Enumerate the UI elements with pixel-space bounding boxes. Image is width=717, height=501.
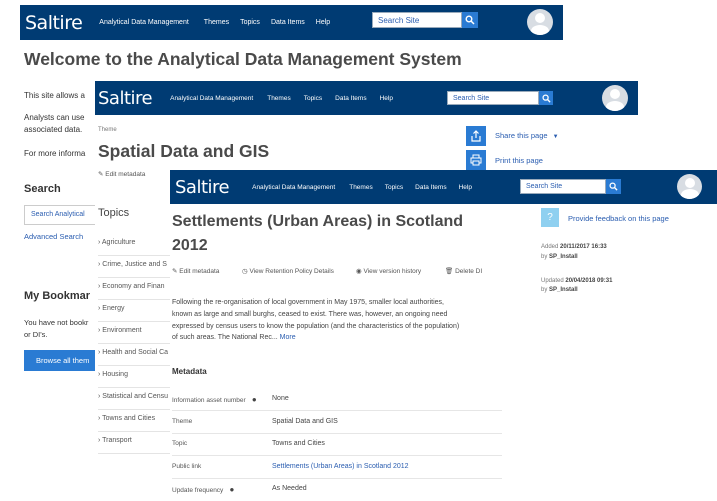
page-title-line2: 2012 (172, 237, 208, 254)
delete-di-label: Delete DI (455, 268, 483, 275)
nav-data-items[interactable]: Data Items (415, 184, 446, 191)
added-by-prefix: by (541, 254, 548, 260)
metadata-row-divider (172, 455, 502, 456)
updated-date: 20/04/2018 09:31 (565, 278, 613, 284)
search-icon (609, 182, 618, 191)
metadata-value-link[interactable]: Settlements (Urban Areas) in Scotland 20… (272, 463, 409, 470)
pencil-icon: ✎ (172, 268, 178, 275)
page-layer-data-item: Saltire Analytical Data Management Theme… (0, 0, 717, 501)
added-by: by SP_Install (541, 254, 578, 260)
metadata-label-text: Topic (172, 440, 188, 447)
page-title-line1: Settlements (Urban Areas) in Scotland (172, 213, 464, 230)
updated-info: Updated 20/04/2018 09:31 (541, 278, 612, 284)
feedback-link[interactable]: Provide feedback on this page (568, 214, 669, 223)
metadata-heading: Metadata (172, 367, 207, 376)
metadata-label-text: Update frequency (172, 487, 224, 494)
updated-by-user: SP_Install (549, 287, 578, 293)
info-icon[interactable]: ● (250, 395, 257, 404)
description-line1: Following the re-organisation of local g… (172, 299, 444, 306)
metadata-value: Towns and Cities (272, 440, 325, 447)
added-date: 20/11/2017 16:33 (560, 244, 607, 250)
eye-icon: ◉ (356, 268, 362, 275)
search-bar: Search Site (520, 179, 621, 194)
question-icon: ? (547, 212, 553, 223)
user-avatar[interactable] (677, 174, 702, 199)
metadata-label: Public link (172, 463, 201, 470)
metadata-label: Update frequency ● (172, 485, 234, 494)
description-line3: expressed by census users to know the po… (172, 323, 460, 330)
trash-icon: 🗑 (445, 268, 454, 275)
site-logo[interactable]: Saltire (175, 177, 230, 198)
added-by-user: SP_Install (549, 254, 578, 260)
metadata-value: As Needed (272, 485, 307, 492)
description-truncated: of such areas. The National Rec... (172, 334, 278, 341)
added-label: Added (541, 244, 559, 250)
search-button[interactable] (606, 179, 621, 194)
metadata-row-divider (172, 410, 502, 411)
search-input[interactable]: Search Site (520, 179, 606, 194)
metadata-row-divider (172, 432, 502, 434)
feedback-button[interactable]: ? (541, 208, 559, 227)
metadata-value: None (272, 395, 289, 402)
nav-help[interactable]: Help (459, 184, 472, 191)
added-info: Added 20/11/2017 16:33 (541, 244, 607, 250)
clock-icon: ◷ (242, 268, 248, 275)
info-icon[interactable]: ● (227, 485, 235, 494)
description-line4: of such areas. The National Rec... More (172, 334, 296, 341)
metadata-label-text: Information asset number (172, 397, 246, 404)
metadata-label: Theme (172, 418, 192, 425)
metadata-value: Spatial Data and GIS (272, 417, 338, 425)
metadata-row-divider (172, 477, 502, 479)
more-link[interactable]: More (280, 334, 296, 341)
nav-themes[interactable]: Themes (349, 184, 372, 191)
view-history-action[interactable]: ◉ View version history (356, 267, 421, 275)
updated-label: Updated (541, 278, 564, 284)
view-retention-action[interactable]: ◷ View Retention Policy Details (242, 267, 334, 275)
top-navbar: Saltire Analytical Data Management Theme… (170, 170, 717, 204)
updated-by: by SP_Install (541, 287, 578, 293)
updated-by-prefix: by (541, 287, 548, 293)
edit-metadata-label: Edit metadata (179, 268, 220, 275)
nav-analytical-data-management[interactable]: Analytical Data Management (252, 184, 335, 191)
metadata-label-text: Public link (172, 462, 202, 470)
metadata-label-text: Theme (172, 417, 193, 425)
view-retention-label: View Retention Policy Details (249, 268, 334, 275)
nav-topics[interactable]: Topics (385, 184, 403, 191)
edit-metadata-action[interactable]: ✎ Edit metadata (172, 267, 219, 275)
metadata-label: Information asset number ● (172, 395, 257, 404)
view-history-label: View version history (363, 268, 422, 275)
delete-di-action[interactable]: 🗑 Delete DI (445, 267, 482, 275)
metadata-label: Topic (172, 440, 187, 447)
description-line2: known as large and small burghs, ceased … (172, 311, 448, 318)
